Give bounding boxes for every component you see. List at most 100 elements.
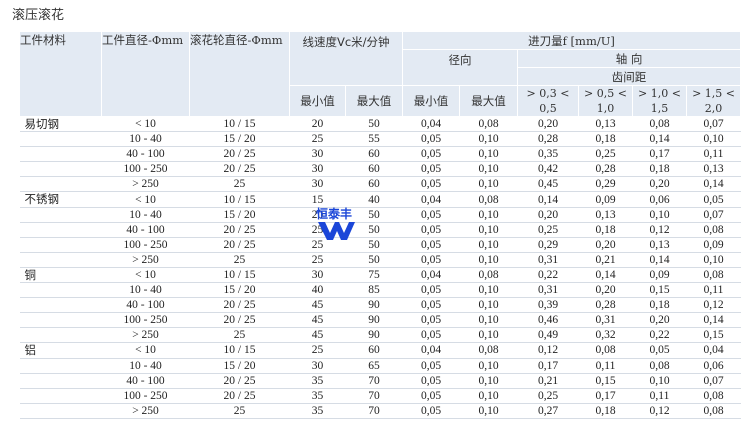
table-cell: 0,22 bbox=[632, 327, 687, 344]
material-label: 不锈钢 bbox=[19, 191, 102, 208]
table-cell: 0,04 bbox=[686, 342, 741, 359]
table-cell: 10 / 15 bbox=[189, 191, 290, 208]
table-cell: 0,07 bbox=[686, 116, 741, 133]
table-cell: 0,32 bbox=[578, 327, 633, 344]
table-cell: 0,28 bbox=[578, 161, 633, 178]
table-row: 40 - 100 20 / 25 30 60 0,05 0,10 0,35 0,25 0,17 0… bbox=[19, 146, 741, 163]
table-cell: 0,10 bbox=[459, 358, 518, 374]
table-row: 10 - 40 15 / 20 25 55 0,05 0,10 0,28 0,18 0,14 0,… bbox=[19, 131, 741, 148]
table-cell: 0,11 bbox=[686, 146, 741, 163]
table-cell: 75 bbox=[345, 267, 403, 284]
material-cell-empty bbox=[19, 403, 102, 419]
table-cell: 20 / 25 bbox=[189, 312, 290, 329]
material-label: 易切钢 bbox=[19, 116, 102, 133]
table-cell: 50 bbox=[345, 237, 403, 253]
table-row: 不锈钢 < 10 10 / 15 15 40 0,04 0,08 0,14 0,09 0,06 0,… bbox=[19, 191, 741, 208]
table-cell: 0,10 bbox=[459, 176, 518, 193]
table-cell: 0,09 bbox=[632, 267, 687, 284]
table-cell: 0,10 bbox=[459, 312, 518, 329]
table-cell: 20 / 25 bbox=[189, 161, 290, 178]
table-cell: 50 bbox=[345, 222, 403, 238]
table-cell: 0,10 bbox=[459, 237, 518, 253]
table-cell: 0,12 bbox=[632, 403, 687, 419]
table-cell: 90 bbox=[345, 297, 403, 314]
table-cell: 0,20 bbox=[578, 282, 633, 299]
table-cell: > 250 bbox=[101, 327, 190, 344]
header-speed-min: 最小值 bbox=[289, 85, 346, 117]
table-cell: 15 / 20 bbox=[189, 358, 290, 374]
header-pitch-range-1: > 0,3 <0,5 bbox=[517, 85, 580, 117]
table-cell: 0,09 bbox=[578, 191, 633, 208]
table-cell: 0,14 bbox=[632, 252, 687, 268]
table-cell: 0,25 bbox=[517, 388, 579, 404]
table-cell: < 10 bbox=[101, 191, 190, 208]
table-row: 40 - 100 20 / 25 45 90 0,05 0,10 0,39 0,28 0,18 0… bbox=[19, 297, 741, 314]
table-cell: 40 - 100 bbox=[101, 146, 190, 163]
table-cell: 0,31 bbox=[517, 282, 579, 299]
table-cell: 0,10 bbox=[686, 252, 741, 268]
table-cell: 0,20 bbox=[517, 116, 579, 133]
table-cell: 0,15 bbox=[686, 327, 741, 344]
table-cell: 0,12 bbox=[686, 297, 741, 314]
table-cell: 100 - 250 bbox=[101, 388, 190, 404]
table-cell: > 250 bbox=[101, 403, 190, 419]
header-radial-min: 最小值 bbox=[402, 85, 461, 117]
table-cell: 0,08 bbox=[686, 388, 741, 404]
table-cell: 0,07 bbox=[686, 207, 741, 223]
table-row: > 250 25 25 50 0,05 0,10 0,31 0,21 0,14 0,10 bbox=[19, 252, 741, 268]
table-cell: 0,05 bbox=[402, 403, 460, 419]
table-row: 铜 < 10 10 / 15 30 75 0,04 0,08 0,22 0,14 0,09 0,08 bbox=[19, 267, 741, 284]
table-cell: 0,31 bbox=[578, 312, 633, 329]
table-row: 易切钢 < 10 10 / 15 20 50 0,04 0,08 0,20 0,13 0,08 0,… bbox=[19, 116, 741, 133]
table-cell: 0,05 bbox=[402, 252, 460, 268]
table-cell: 0,05 bbox=[402, 176, 460, 193]
table-cell: 15 bbox=[289, 191, 346, 208]
header-pitch: 齿间距 bbox=[517, 67, 742, 86]
page-title: 滚压滚花 bbox=[12, 8, 65, 23]
table-cell: 35 bbox=[289, 388, 346, 404]
table-cell: 0,04 bbox=[402, 116, 460, 133]
table-cell: 0,46 bbox=[517, 312, 579, 329]
table-cell: 100 - 250 bbox=[101, 312, 190, 329]
table-cell: 60 bbox=[345, 146, 403, 163]
table-cell: 0,08 bbox=[459, 191, 518, 208]
table-cell: 40 - 100 bbox=[101, 373, 190, 389]
table-cell: 0,05 bbox=[402, 222, 460, 238]
table-cell: 0,13 bbox=[578, 207, 633, 223]
material-label: 铝 bbox=[19, 342, 102, 359]
table-cell: 0,17 bbox=[517, 358, 579, 374]
table-cell: 0,13 bbox=[578, 116, 633, 133]
table-cell: 35 bbox=[289, 373, 346, 389]
table-cell: 0,49 bbox=[517, 327, 579, 344]
table-cell: 15 / 20 bbox=[189, 282, 290, 299]
table-cell: 0,18 bbox=[578, 222, 633, 238]
table-cell: 100 - 250 bbox=[101, 161, 190, 178]
table-cell: 0,28 bbox=[517, 131, 579, 148]
table-cell: 0,29 bbox=[517, 237, 579, 253]
knurling-parameters-table: 工件材料 工件直径-Φmm 滚花轮直径-Φmm 线速度Vc米/分钟 进刀量f [… bbox=[19, 31, 742, 419]
table-cell: 0,17 bbox=[632, 146, 687, 163]
table-cell: 0,14 bbox=[578, 267, 633, 284]
table-cell: 0,08 bbox=[459, 116, 518, 133]
header-diameter: 工件直径-Φmm bbox=[101, 31, 190, 117]
table-cell: 0,25 bbox=[517, 222, 579, 238]
table-cell: 0,08 bbox=[459, 342, 518, 359]
table-cell: 0,14 bbox=[517, 191, 579, 208]
table-cell: 0,05 bbox=[402, 131, 460, 148]
material-cell-empty bbox=[19, 327, 102, 344]
table-cell: 0,25 bbox=[578, 146, 633, 163]
table-cell: 0,08 bbox=[459, 267, 518, 284]
table-cell: 25 bbox=[289, 222, 346, 238]
table-cell: 0,10 bbox=[632, 373, 687, 389]
table-cell: 10 / 15 bbox=[189, 267, 290, 284]
table-cell: 0,15 bbox=[578, 373, 633, 389]
material-cell-empty bbox=[19, 131, 102, 148]
table-cell: 0,18 bbox=[632, 297, 687, 314]
table-cell: 0,29 bbox=[578, 176, 633, 193]
table-cell: > 250 bbox=[101, 252, 190, 268]
table-cell: 0,05 bbox=[686, 191, 741, 208]
material-cell-empty bbox=[19, 222, 102, 238]
table-cell: 0,14 bbox=[686, 176, 741, 193]
table-cell: 55 bbox=[345, 131, 403, 148]
material-cell-empty bbox=[19, 282, 102, 299]
